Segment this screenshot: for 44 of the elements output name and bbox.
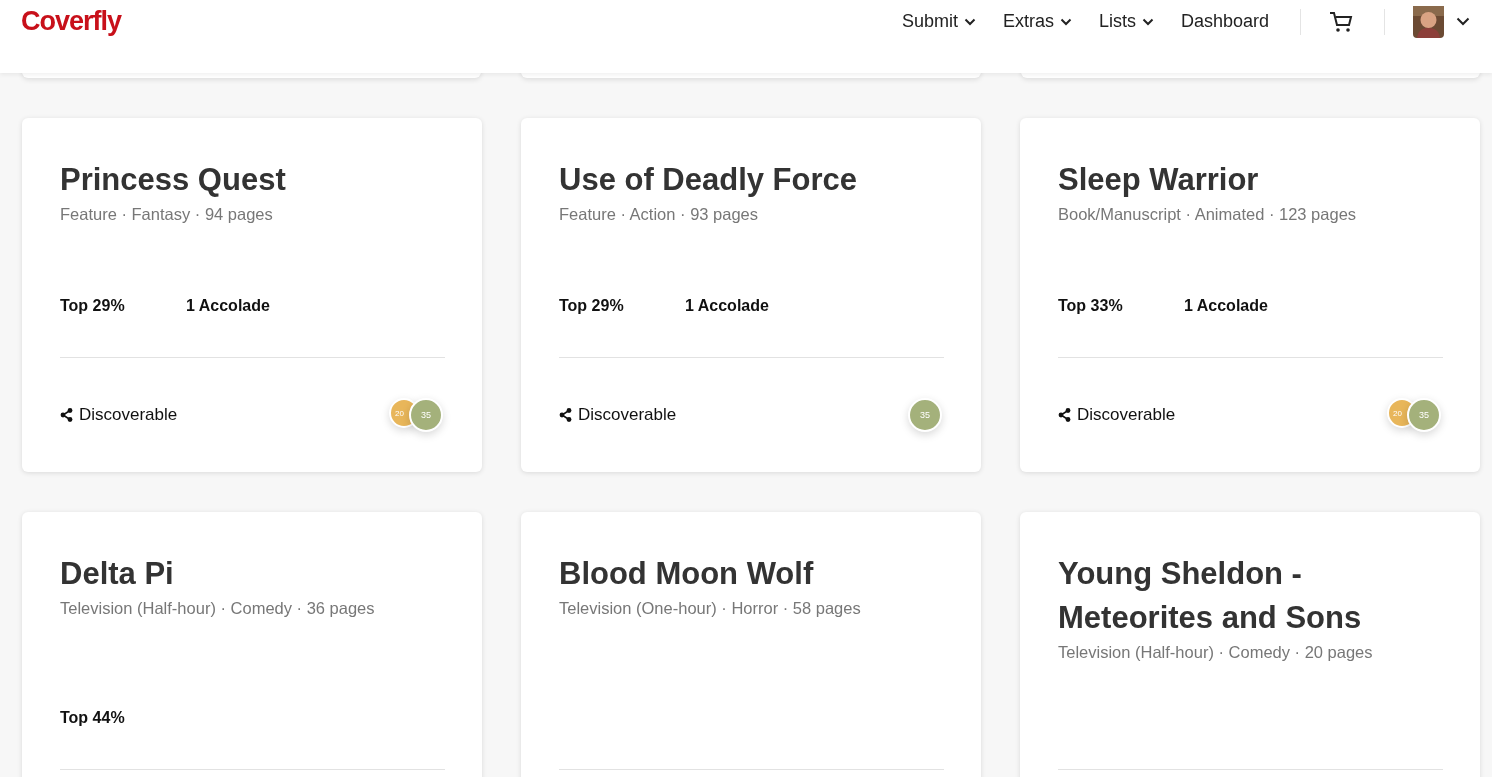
card-meta: Book/Manuscript · Animated · 123 pages <box>1058 204 1358 225</box>
score-badge: 35 <box>1407 398 1441 432</box>
script-card[interactable]: Delta Pi Television (Half-hour) · Comedy · 36 pages Top 44% <box>22 512 482 777</box>
nav-link[interactable]: Dashboard <box>1180 11 1269 32</box>
score-badge: 35 <box>409 398 443 432</box>
nav-link[interactable]: Lists <box>1098 11 1154 32</box>
rank-text: Top 29% <box>60 296 126 316</box>
card-title: Use of Deadly Force <box>559 161 859 199</box>
rank-text: Top 33% <box>1058 296 1124 316</box>
sharing-status: Discoverable <box>1077 405 1176 425</box>
chevron-down-icon <box>963 17 976 26</box>
script-card[interactable]: Use of Deadly Force Feature · Action · 93 pages Top 29% 1 Accolade Discoverable 35 <box>521 118 981 472</box>
script-card[interactable]: Sleep Warrior Book/Manuscript · Animated · 123 pages Top 33% 1 Accolade Discoverable 20 35 <box>1020 118 1480 472</box>
card-meta: Feature · Action · 93 pages <box>559 204 760 225</box>
accolade-count: 1 Accolade <box>685 296 769 316</box>
share-icon <box>1058 408 1071 422</box>
card-title: Young Sheldon - Meteorites and Sons <box>1058 555 1363 637</box>
card-meta: Television (Half-hour) · Comedy · 20 pages <box>1058 642 1374 663</box>
nav-link[interactable]: Extras <box>1002 11 1072 32</box>
card-title: Delta Pi <box>60 555 175 593</box>
card-meta: Television (Half-hour) · Comedy · 36 pages <box>60 598 376 619</box>
sharing-status: Discoverable <box>578 405 677 425</box>
card-meta: Feature · Fantasy · 94 pages <box>60 204 274 225</box>
chevron-down-icon <box>1141 17 1154 26</box>
card-title: Blood Moon Wolf <box>559 555 815 593</box>
script-card[interactable]: Young Sheldon - Meteorites and Sons Television (Half-hour) · Comedy · 20 pages <box>1020 512 1480 777</box>
logo[interactable]: Coverfly <box>21 6 122 37</box>
cart-icon[interactable] <box>1329 10 1353 33</box>
nav-link[interactable]: Submit <box>901 11 976 32</box>
share-icon <box>559 408 572 422</box>
rank-text: Top 29% <box>559 296 625 316</box>
score-badge: 35 <box>908 398 942 432</box>
script-card[interactable]: Blood Moon Wolf Television (One-hour) · Horror · 58 pages <box>521 512 981 777</box>
share-icon <box>60 408 73 422</box>
rank-text: Top 44% <box>60 708 126 728</box>
card-title: Princess Quest <box>60 161 287 199</box>
sharing-status: Discoverable <box>79 405 178 425</box>
accolade-count: 1 Accolade <box>186 296 270 316</box>
chevron-down-icon[interactable] <box>1456 17 1470 26</box>
card-title: Sleep Warrior <box>1058 161 1260 199</box>
card-meta: Television (One-hour) · Horror · 58 pages <box>559 598 862 619</box>
chevron-down-icon <box>1059 17 1072 26</box>
accolade-count: 1 Accolade <box>1184 296 1268 316</box>
script-card[interactable]: Princess Quest Feature · Fantasy · 94 pages Top 29% 1 Accolade Discoverable 20 35 <box>22 118 482 472</box>
